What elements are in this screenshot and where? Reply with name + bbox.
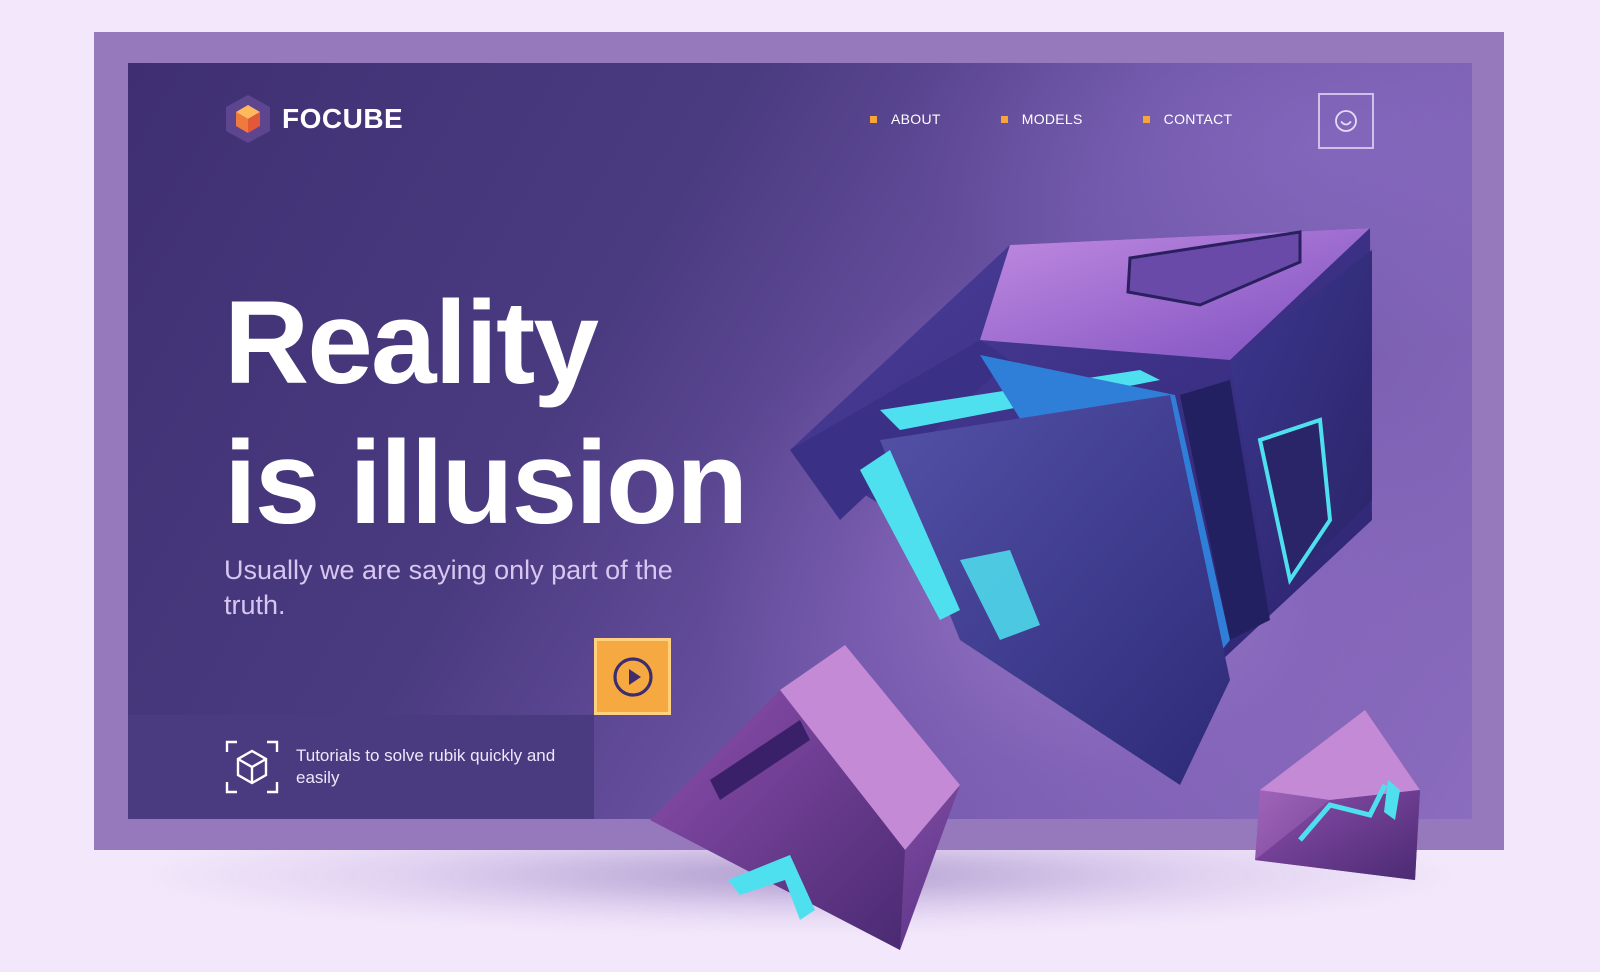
main-nav: ABOUT MODELS CONTACT [870, 111, 1232, 127]
brand-logo[interactable]: FOCUBE [224, 93, 403, 145]
play-icon [612, 656, 653, 697]
nav-label: CONTACT [1163, 111, 1233, 127]
nav-item-models[interactable]: MODELS [1000, 111, 1083, 127]
hexagon-cube-logo-icon [226, 95, 270, 143]
nav-bullet-icon [1000, 115, 1008, 123]
nav-bullet-icon [1142, 115, 1150, 123]
tutorial-text: Tutorials to solve rubik quickly and eas… [296, 746, 556, 787]
smiley-user-icon [1335, 110, 1357, 132]
headline-line-2: is illusion [224, 417, 748, 549]
tutorial-banner[interactable]: Tutorials to solve rubik quickly and eas… [128, 715, 594, 819]
nav-label: ABOUT [891, 111, 941, 127]
nav-bullet-icon [870, 115, 877, 123]
hero-headline: Reality is illusion [224, 273, 748, 553]
nav-item-about[interactable]: ABOUT [870, 111, 941, 127]
user-button[interactable] [1318, 93, 1374, 149]
hero-section: FOCUBE ABOUT MODELS CONTACT Reality is i… [128, 63, 1472, 819]
hero-subtitle: Usually we are saying only part of the t… [224, 555, 673, 620]
brand-name: FOCUBE [282, 103, 404, 134]
nav-label: MODELS [1021, 111, 1083, 127]
nav-item-contact[interactable]: CONTACT [1142, 111, 1233, 127]
headline-line-1: Reality [224, 277, 599, 409]
play-button[interactable] [594, 638, 671, 715]
3d-cube-scan-icon [225, 740, 279, 794]
